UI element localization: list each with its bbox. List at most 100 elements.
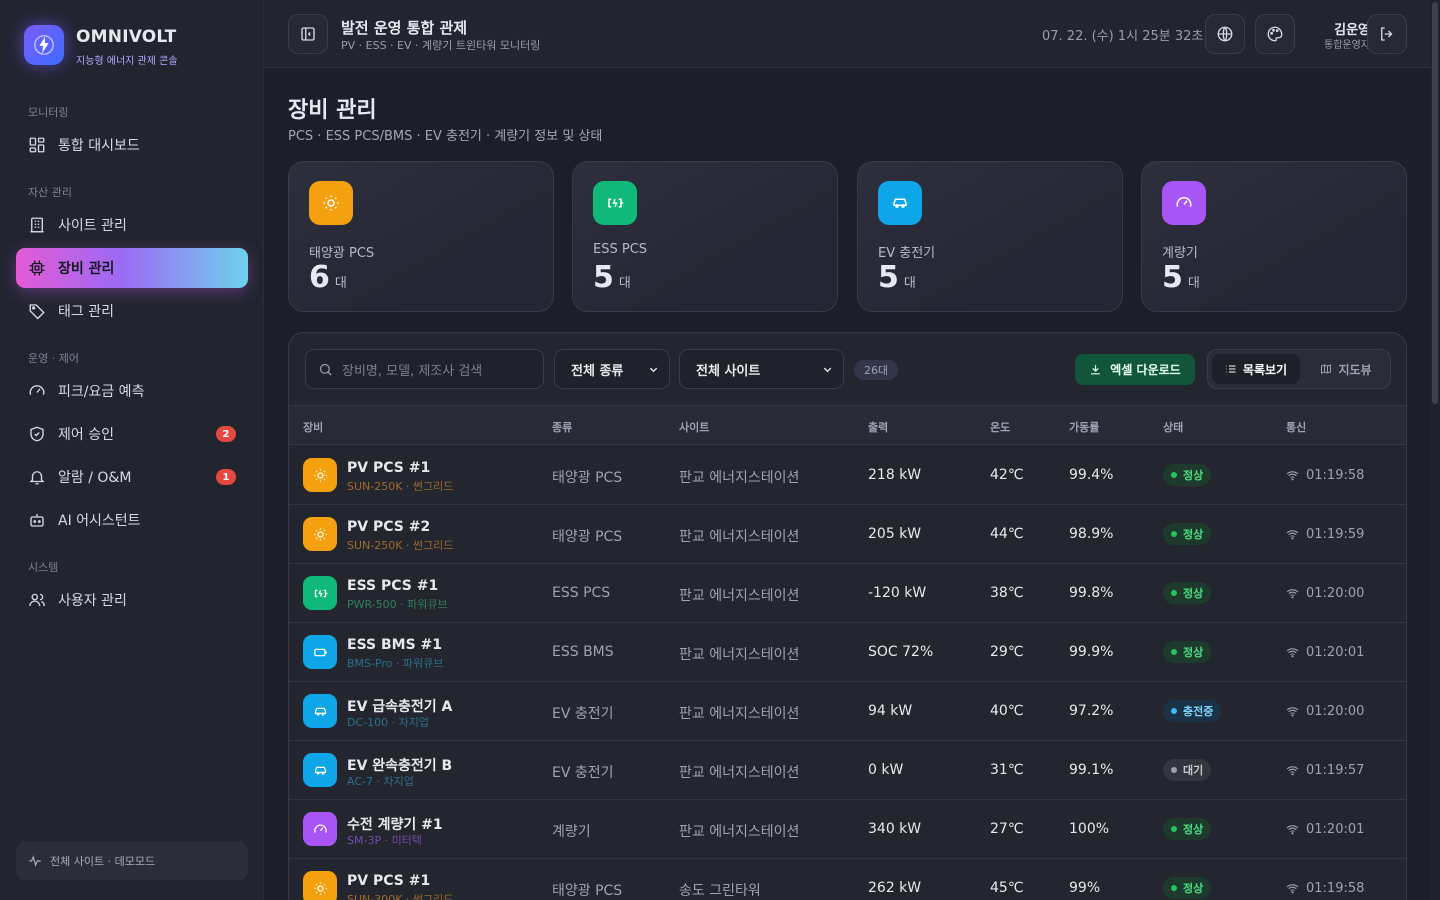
section-operations: 운영 · 제어 — [28, 352, 79, 365]
device-icon-bg — [303, 871, 337, 900]
status-label: 충전중 — [1183, 705, 1214, 718]
device-name[interactable]: PV PCS #2 — [347, 519, 430, 535]
device-site: 판교 에너지스테이션 — [679, 647, 800, 663]
column-header[interactable]: 상태 — [1163, 419, 1183, 435]
column-header[interactable]: 가동률 — [1069, 419, 1099, 435]
table-row[interactable]: PV PCS #2 SUN-250K · 썬그리드 태양광 PCS 판교 에너지스테이… — [289, 505, 1406, 564]
theme-button[interactable] — [1255, 14, 1295, 54]
sidebar-item-alarms[interactable]: 알람 / O&M 1 — [16, 457, 248, 497]
table-row[interactable]: EV 완속충전기 B AC-7 · 차지업 EV 충전기 판교 에너지스테이션 0 kW… — [289, 741, 1406, 800]
table-row[interactable]: ESS BMS #1 BMS-Pro · 파워큐브 ESS BMS 판교 에너지스테이… — [289, 623, 1406, 682]
palette-icon — [1267, 26, 1283, 42]
column-header[interactable]: 사이트 — [679, 419, 709, 435]
column-header[interactable]: 출력 — [868, 419, 888, 435]
sidebar-item-ai-assistant[interactable]: AI 어시스턴트 — [16, 500, 248, 540]
sidebar-item-dashboard[interactable]: 통합 대시보드 — [16, 125, 248, 165]
chevron-down-icon — [649, 367, 658, 373]
table-row[interactable]: PV PCS #1 SUN-250K · 썬그리드 태양광 PCS 판교 에너지스테이… — [289, 446, 1406, 505]
search-input[interactable]: 장비명, 모델, 제조사 검색 — [305, 349, 544, 389]
map-view-button[interactable]: 지도뷰 — [1304, 354, 1388, 384]
column-header[interactable]: 장비 — [303, 419, 323, 435]
wifi-icon — [1286, 884, 1299, 894]
site-filter-select[interactable]: 전체 사이트 — [679, 349, 844, 389]
device-site: 판교 에너지스테이션 — [679, 824, 800, 840]
status-badge: 충전중 — [1163, 700, 1222, 722]
sidebar-item-sites[interactable]: 사이트 관리 — [16, 205, 248, 245]
stat-icon-bg — [593, 181, 637, 225]
device-icon-bg — [303, 576, 337, 610]
device-type: ESS PCS — [552, 585, 611, 601]
sidebar-item-control-approval[interactable]: 제어 승인 2 — [16, 414, 248, 454]
table-row[interactable]: 수전 계량기 #1 SM-3P · 미터텍 계량기 판교 에너지스테이션 340 kW 2… — [289, 800, 1406, 859]
sidebar-item-tags[interactable]: 태그 관리 — [16, 291, 248, 331]
device-model: AC-7 · 차지업 — [347, 775, 414, 788]
globe-icon — [1217, 26, 1233, 42]
device-output: 262 kW — [868, 880, 922, 896]
type-filter-value: 전체 종류 — [571, 363, 624, 379]
device-uptime: 99.1% — [1069, 762, 1114, 778]
status-badge: 정상 — [1163, 523, 1212, 545]
device-table-panel: 장비명, 모델, 제조사 검색 전체 종류 전체 사이트 26대 엑셀 다운로드… — [288, 332, 1407, 900]
device-name[interactable]: PV PCS #1 — [347, 873, 430, 889]
sidebar-item-users[interactable]: 사용자 관리 — [16, 580, 248, 620]
sun-icon — [323, 195, 339, 211]
brand-logo[interactable] — [24, 25, 64, 65]
language-button[interactable] — [1205, 14, 1245, 54]
device-icon-bg — [303, 812, 337, 846]
sidebar-toggle-button[interactable] — [288, 14, 328, 54]
sidebar-collapse-icon — [301, 27, 315, 41]
device-name[interactable]: EV 급속충전기 A — [347, 696, 452, 716]
device-name[interactable]: PV PCS #1 — [347, 460, 430, 476]
page-scrollbar[interactable] — [1430, 0, 1440, 900]
device-type: 태양광 PCS — [552, 470, 623, 486]
column-header[interactable]: 통신 — [1286, 419, 1306, 435]
type-filter-select[interactable]: 전체 종류 — [554, 349, 670, 389]
bot-icon — [30, 514, 44, 527]
device-site: 송도 그린타워 — [679, 883, 761, 899]
chip-icon — [29, 260, 45, 276]
device-type: 태양광 PCS — [552, 883, 623, 899]
gauge-icon — [313, 824, 327, 833]
column-header[interactable]: 종류 — [552, 419, 572, 435]
device-name[interactable]: 수전 계량기 #1 — [347, 814, 443, 834]
site-scope-selector[interactable]: 전체 사이트 · 데모모드 — [16, 842, 248, 880]
device-name[interactable]: ESS PCS #1 — [347, 578, 438, 594]
logout-button[interactable] — [1367, 14, 1407, 54]
device-site: 판교 에너지스테이션 — [679, 470, 800, 486]
map-icon — [1321, 364, 1332, 374]
battery-charge-icon — [608, 198, 624, 208]
stat-label: ESS PCS — [593, 242, 648, 257]
sidebar-item-label: 알람 / O&M — [58, 470, 132, 486]
device-name[interactable]: EV 완속충전기 B — [347, 755, 452, 775]
column-header[interactable]: 온도 — [990, 419, 1010, 435]
comm-status: 01:19:58 — [1286, 881, 1364, 896]
status-label: 정상 — [1183, 528, 1204, 541]
scrollbar-thumb[interactable] — [1432, 2, 1438, 404]
device-model: SUN-250K · 썬그리드 — [347, 480, 454, 493]
car-icon — [314, 766, 326, 775]
stat-icon-bg — [1162, 181, 1206, 225]
device-output: -120 kW — [868, 585, 927, 601]
table-row[interactable]: PV PCS #1 SUN-300K · 썬그리드 태양광 PCS 송도 그린타워 26… — [289, 859, 1406, 900]
list-view-button[interactable]: 목록보기 — [1212, 354, 1300, 384]
sidebar-item-devices[interactable]: 장비 관리 — [16, 248, 248, 288]
device-name[interactable]: ESS BMS #1 — [347, 637, 442, 653]
list-view-label: 목록보기 — [1242, 362, 1288, 377]
table-row[interactable]: ESS PCS #1 PWR-500 · 파워큐브 ESS PCS 판교 에너지스테이… — [289, 564, 1406, 623]
status-badge: 대기 — [1163, 759, 1212, 781]
comm-time: 01:19:58 — [1306, 881, 1365, 896]
sidebar-item-peak-forecast[interactable]: 피크/요금 예측 — [16, 371, 248, 411]
bell-icon — [29, 471, 45, 485]
excel-download-label: 엑셀 다운로드 — [1110, 363, 1181, 377]
device-type: EV 충전기 — [552, 706, 614, 722]
device-temperature: 44℃ — [990, 526, 1024, 542]
stat-label: 계량기 — [1162, 246, 1198, 261]
table-row[interactable]: EV 급속충전기 A DC-100 · 차지업 EV 충전기 판교 에너지스테이션 94… — [289, 682, 1406, 741]
status-label: 정상 — [1183, 882, 1204, 895]
site-scope-label: 전체 사이트 · 데모모드 — [50, 855, 156, 868]
excel-download-button[interactable]: 엑셀 다운로드 — [1075, 354, 1195, 385]
sidebar-item-label: 제어 승인 — [58, 427, 114, 443]
dashboard-icon — [29, 137, 45, 153]
device-icon-bg — [303, 517, 337, 551]
comm-time: 01:19:57 — [1306, 763, 1365, 778]
